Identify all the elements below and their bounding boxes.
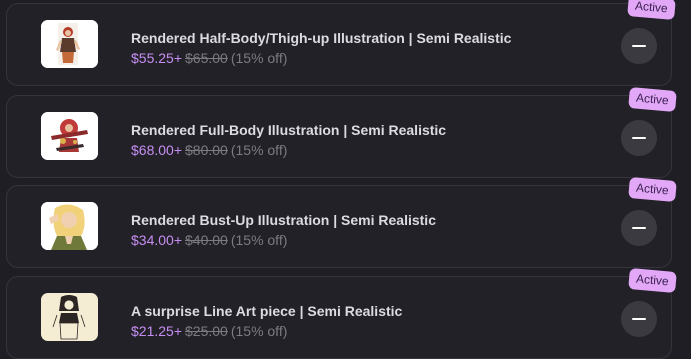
offer-card: Rendered Full-Body Illustration | Semi R… [6, 87, 677, 178]
illustration-image [41, 112, 98, 160]
offers-list: Rendered Half-Body/Thigh-up Illustration… [0, 0, 691, 359]
remove-button[interactable] [621, 28, 657, 64]
remove-button[interactable] [621, 120, 657, 156]
status-badge: Active [628, 177, 677, 202]
illustration-image [41, 20, 98, 68]
original-price: $40.00 [185, 232, 228, 248]
remove-button[interactable] [621, 301, 657, 337]
half-body-illustration-thumbnail[interactable] [41, 20, 98, 68]
status-badge: Active [628, 87, 677, 112]
discount-label: (15% off) [230, 232, 288, 248]
offer-title[interactable]: A surprise Line Art piece | Semi Realist… [131, 303, 402, 319]
sale-price: $34.00+ [131, 232, 182, 248]
offer-card: Rendered Half-Body/Thigh-up Illustration… [6, 0, 676, 86]
original-price: $65.00 [185, 50, 228, 66]
sale-price: $68.00+ [131, 142, 182, 158]
remove-button[interactable] [621, 210, 657, 246]
price-row: $34.00+ $40.00 (15% off) [131, 232, 287, 248]
minus-icon [632, 137, 646, 139]
status-badge: Active [628, 268, 677, 293]
price-row: $68.00+ $80.00 (15% off) [131, 142, 287, 158]
bust-up-illustration-thumbnail[interactable] [41, 202, 98, 250]
discount-label: (15% off) [230, 142, 288, 158]
offer-card: A surprise Line Art piece | Semi Realist… [6, 268, 677, 359]
sale-price: $21.25+ [131, 323, 182, 339]
minus-icon [632, 45, 646, 47]
full-body-illustration-thumbnail[interactable] [41, 112, 98, 160]
minus-icon [632, 227, 646, 229]
illustration-image [49, 293, 90, 341]
discount-label: (15% off) [230, 323, 288, 339]
offer-title[interactable]: Rendered Half-Body/Thigh-up Illustration… [131, 30, 511, 46]
status-badge: Active [627, 0, 676, 20]
original-price: $80.00 [185, 142, 228, 158]
sale-price: $55.25+ [131, 50, 182, 66]
offer-card: Rendered Bust-Up Illustration | Semi Rea… [6, 177, 677, 268]
price-row: $21.25+ $25.00 (15% off) [131, 323, 287, 339]
illustration-image [41, 202, 98, 250]
minus-icon [632, 318, 646, 320]
offer-title[interactable]: Rendered Full-Body Illustration | Semi R… [131, 122, 446, 138]
price-row: $55.25+ $65.00 (15% off) [131, 50, 287, 66]
line-art-thumbnail[interactable] [41, 293, 98, 341]
offer-title[interactable]: Rendered Bust-Up Illustration | Semi Rea… [131, 212, 436, 228]
discount-label: (15% off) [230, 50, 288, 66]
original-price: $25.00 [185, 323, 228, 339]
